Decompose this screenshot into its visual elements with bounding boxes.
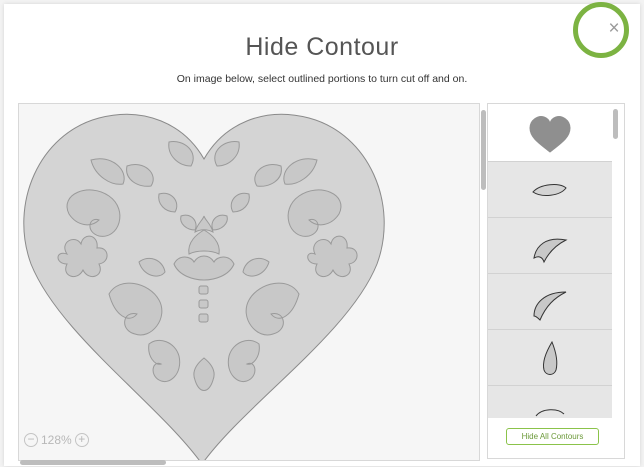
curved-leaf-icon [533, 238, 568, 264]
teardrop-icon [543, 340, 558, 375]
stem-dot-contour [198, 313, 209, 323]
image-canvas[interactable] [18, 103, 480, 461]
petal-icon [532, 184, 567, 196]
zoom-out-button[interactable]: − [24, 433, 38, 447]
zoom-in-button[interactable]: + [74, 433, 89, 447]
contour-item-teardrop[interactable] [488, 330, 612, 386]
contour-list [488, 104, 612, 442]
curved-leaf-icon [533, 291, 567, 321]
contour-item-curved-leaf-1[interactable] [488, 218, 612, 274]
dialog-subtitle: On image below, select outlined portions… [176, 73, 468, 85]
heart-icon [529, 116, 571, 153]
contour-panel-footer: Hide All Contours [488, 418, 623, 457]
contour-item-petal[interactable] [488, 162, 612, 218]
stem-dot-contour [198, 299, 209, 309]
contour-item-heart[interactable] [488, 104, 612, 162]
heart-design-image[interactable] [19, 104, 479, 460]
zoom-level: 128% [41, 433, 72, 447]
stem-dot-contour [198, 285, 209, 295]
contour-list-scroll-thumb[interactable] [613, 109, 618, 139]
dialog-title: Hide Contour [245, 33, 399, 61]
canvas-vertical-scroll-thumb[interactable] [481, 110, 486, 190]
canvas-horizontal-scroll-thumb[interactable] [20, 460, 166, 465]
contour-item-curved-leaf-2[interactable] [488, 274, 612, 330]
contour-list-panel [487, 103, 625, 459]
zoom-control: − 128% + [24, 431, 89, 449]
hide-all-contours-button[interactable]: Hide All Contours [506, 428, 599, 445]
